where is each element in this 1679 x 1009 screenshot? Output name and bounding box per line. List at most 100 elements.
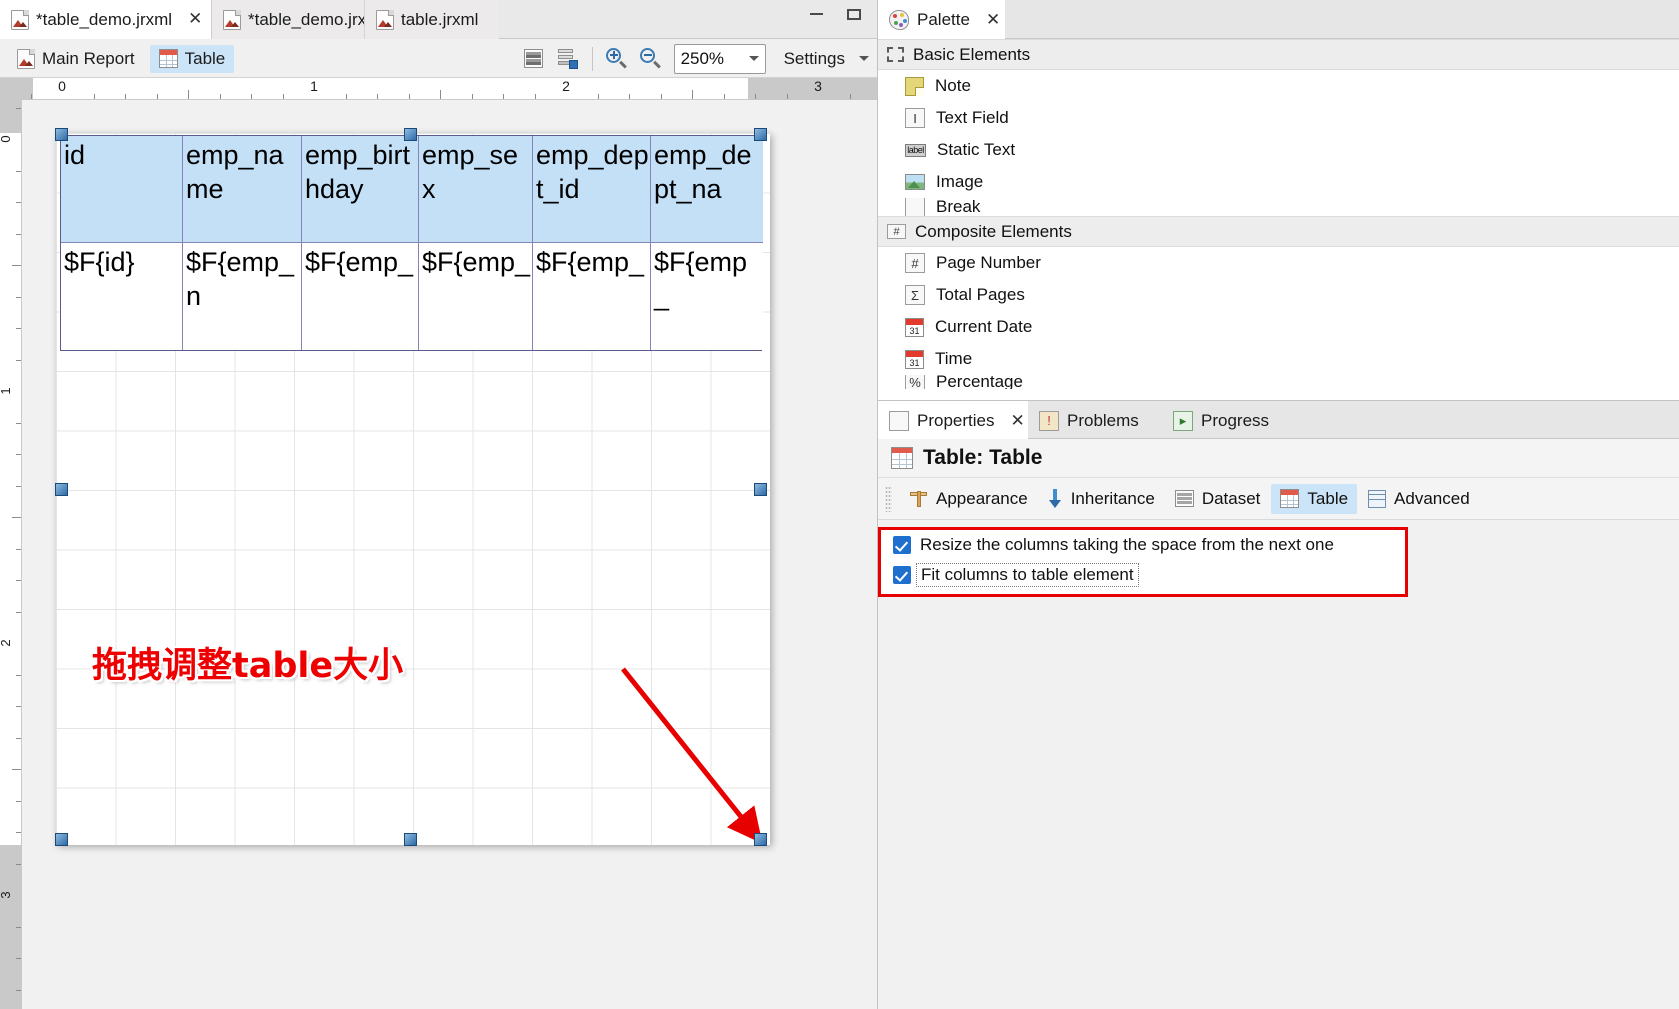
palette-item-total-pages[interactable]: Σ Total Pages [878,279,1679,311]
close-icon[interactable]: ✕ [986,10,1000,30]
palette-item-image[interactable]: Image [878,166,1679,198]
document-tab-2[interactable]: table.jrxml [365,0,499,39]
subtab-label: Dataset [1202,489,1261,509]
sigma-icon: Σ [905,285,925,305]
ruler-label-0: 0 [58,78,66,94]
resize-handle-nw[interactable] [55,128,68,141]
tab-progress[interactable]: ▸ Progress [1162,401,1292,440]
palette-section-composite-elements[interactable]: # Composite Elements [878,216,1679,247]
table-header-cell[interactable]: emp_sex [419,136,533,243]
toolbar-separator [592,47,593,71]
resize-handle-se[interactable] [754,833,767,846]
chevron-down-icon[interactable] [859,56,869,61]
zoom-level-combo[interactable]: 250% [674,44,766,74]
palette-section-label: Composite Elements [915,222,1072,242]
palette-item-current-date[interactable]: 31 Current Date [878,311,1679,343]
table-detail-cell[interactable]: $F{emp_ [651,243,763,350]
palette-item-static-text[interactable]: label Static Text [878,134,1679,166]
ruler-tick [16,328,21,329]
table-detail-cell[interactable]: $F{emp_ [419,243,533,350]
table-detail-cell[interactable]: $F{id} [61,243,183,350]
resize-handle-s[interactable] [404,833,417,846]
ruler-tick [755,94,756,99]
ruler-tick [16,990,21,991]
palette-item-label: Percentage [936,375,1023,389]
ruler-tick [16,706,21,707]
ruler-tick [16,675,21,676]
ruler-tick [188,90,189,99]
subtab-table[interactable]: Table [1271,484,1357,514]
document-tab-label: *table_demo.jrxml [36,10,172,30]
fit-columns-checkbox[interactable] [893,566,911,584]
design-canvas[interactable]: idemp_nameemp_birthdayemp_sexemp_dept_id… [23,100,877,1009]
resize-handle-sw[interactable] [55,833,68,846]
palette-item-label: Static Text [937,140,1015,160]
zoom-in-button[interactable] [600,43,634,75]
ruler-tick [220,94,221,99]
tab-properties[interactable]: Properties ✕ [878,401,1028,440]
properties-subtab-group: Appearance Inheritance Dataset Table [878,478,1679,520]
palette-item-time[interactable]: 31 Time [878,343,1679,375]
settings-dropdown[interactable]: Settings [784,49,869,69]
resize-handle-e[interactable] [754,483,767,496]
tab-problems[interactable]: ! Problems [1028,401,1162,440]
table-element[interactable]: idemp_nameemp_birthdayemp_sexemp_dept_id… [60,135,762,351]
stack-layers-button[interactable] [551,43,585,75]
option-row-fit-columns[interactable]: Fit columns to table element [881,560,1405,590]
ruler-label-2: 2 [562,78,570,94]
table-header-cell[interactable]: id [61,136,183,243]
subtab-advanced[interactable]: Advanced [1359,484,1479,514]
toolbar-grip[interactable] [885,486,892,512]
table-header-cell[interactable]: emp_name [183,136,302,243]
palette-item-text-field[interactable]: I Text Field [878,102,1679,134]
table-detail-cell[interactable]: $F{emp_ [533,243,651,350]
palette-item-label: Image [936,172,983,192]
zoom-out-button[interactable] [634,43,668,75]
resize-handle-ne[interactable] [754,128,767,141]
maximize-icon[interactable] [841,4,867,24]
resize-handle-n[interactable] [404,128,417,141]
subtab-appearance[interactable]: Appearance [900,484,1037,514]
progress-icon: ▸ [1173,411,1193,431]
image-icon [905,174,925,190]
view-tab-table[interactable]: Table [150,45,235,73]
table-header-cell[interactable]: emp_dept_id [533,136,651,243]
resize-columns-checkbox[interactable] [893,536,911,554]
jrxml-file-icon [376,10,394,30]
chevron-down-icon[interactable] [749,56,759,61]
palette-item-note[interactable]: Note [878,70,1679,102]
table-detail-cell[interactable]: $F{emp_ [302,243,419,350]
subtab-label: Advanced [1394,489,1470,509]
palette-section-basic-elements[interactable]: Basic Elements [878,39,1679,70]
option-row-resize-columns[interactable]: Resize the columns taking the space from… [881,530,1405,560]
window-controls [803,4,867,24]
document-tab-0[interactable]: *table_demo.jrxml ✕ [0,0,212,39]
vruler-label-3: 3 [0,891,13,898]
close-icon[interactable]: ✕ [188,11,202,28]
close-icon[interactable]: ✕ [1010,411,1024,431]
document-tab-1[interactable]: *table_demo.jrx [212,0,365,39]
ruler-tick [692,90,693,99]
palette-item-percentage[interactable]: % Percentage [878,375,1679,389]
ruler-tick [598,94,599,99]
show-bands-button[interactable] [517,43,551,75]
tab-palette[interactable]: Palette ✕ [878,0,1005,39]
table-options-highlight-box: Resize the columns taking the space from… [878,527,1408,597]
table-header-cell[interactable]: emp_birthday [302,136,419,243]
document-tab-label: *table_demo.jrx [248,10,365,30]
note-icon [905,77,924,96]
palette-body[interactable]: Basic Elements Note I Text Field label S… [878,39,1679,400]
horizontal-ruler[interactable]: 0 1 2 3 [0,78,877,100]
properties-tab-label: Properties [917,411,994,431]
palette-item-break[interactable]: Break [878,198,1679,216]
subtab-inheritance[interactable]: Inheritance [1039,484,1164,514]
subtab-dataset[interactable]: Dataset [1166,484,1270,514]
minimize-icon[interactable] [803,4,829,24]
view-tab-main-report[interactable]: Main Report [8,45,144,73]
vertical-ruler[interactable]: 0 1 2 3 [0,100,22,1009]
table-header-cell[interactable]: emp_dept_na [651,136,763,243]
resize-handle-w[interactable] [55,483,68,496]
palette-item-page-number[interactable]: # Page Number [878,247,1679,279]
report-page[interactable]: idemp_nameemp_birthdayemp_sexemp_dept_id… [56,133,770,845]
table-detail-cell[interactable]: $F{emp_n [183,243,302,350]
